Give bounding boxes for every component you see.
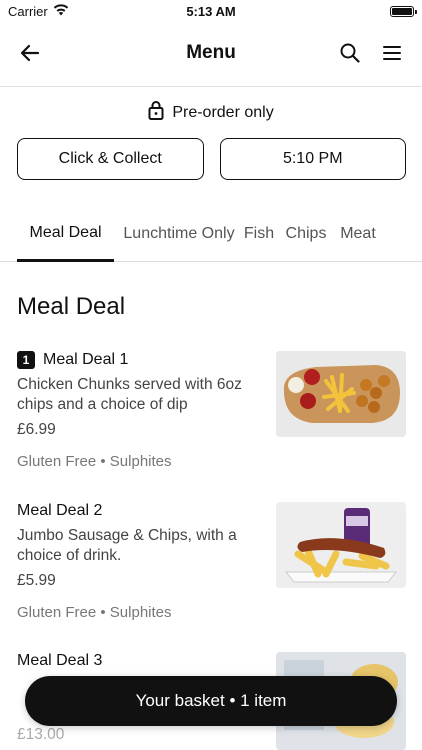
search-icon[interactable] bbox=[338, 41, 362, 65]
pickup-time-button[interactable]: 5:10 PM bbox=[219, 138, 406, 180]
battery-icon bbox=[390, 5, 417, 17]
lock-icon bbox=[148, 100, 164, 125]
tab-fish[interactable]: Fish bbox=[244, 205, 274, 261]
item-image-sausage-chips bbox=[276, 502, 406, 588]
cart-quantity-badge: 1 bbox=[17, 351, 35, 369]
back-arrow-icon[interactable] bbox=[18, 41, 42, 65]
basket-button[interactable]: Your basket • 1 item bbox=[25, 676, 397, 726]
navigation-bar: Menu bbox=[0, 28, 422, 78]
header-divider bbox=[0, 86, 422, 87]
tab-lunchtime-only[interactable]: Lunchtime Only bbox=[114, 205, 244, 261]
item-image-chicken-chunks bbox=[276, 351, 406, 437]
tab-meat[interactable]: Meat bbox=[338, 205, 378, 261]
tab-chips[interactable]: Chips bbox=[274, 205, 338, 261]
item-description: Jumbo Sausage & Chips, with a choice of … bbox=[17, 527, 237, 564]
item-name: Meal Deal 1 bbox=[43, 351, 129, 368]
click-collect-button[interactable]: Click & Collect bbox=[17, 138, 204, 180]
menu-item-meal-deal-2[interactable]: Meal Deal 2 Jumbo Sausage & Chips, with … bbox=[17, 502, 406, 622]
order-options: Click & Collect 5:10 PM bbox=[17, 138, 406, 180]
wifi-icon bbox=[53, 3, 69, 19]
item-name: Meal Deal 3 bbox=[17, 652, 103, 669]
preorder-notice: Pre-order only bbox=[0, 100, 422, 125]
tab-meal-deal[interactable]: Meal Deal bbox=[17, 205, 114, 262]
status-bar: Carrier 5:13 AM bbox=[0, 0, 422, 22]
item-name: Meal Deal 2 bbox=[17, 502, 103, 519]
item-allergens: Gluten Free • Sulphites bbox=[17, 604, 172, 621]
preorder-label: Pre-order only bbox=[172, 103, 274, 121]
hamburger-menu-icon[interactable] bbox=[380, 41, 404, 65]
section-title: Meal Deal bbox=[17, 293, 126, 320]
carrier-label: Carrier bbox=[8, 3, 48, 19]
item-description: Chicken Chunks served with 6oz chips and… bbox=[17, 376, 242, 413]
item-allergens: Gluten Free • Sulphites bbox=[17, 453, 172, 470]
menu-item-meal-deal-1[interactable]: 1 Meal Deal 1 Chicken Chunks served with… bbox=[17, 351, 406, 471]
category-tabs: Meal Deal Lunchtime Only Fish Chips Meat bbox=[0, 205, 422, 262]
